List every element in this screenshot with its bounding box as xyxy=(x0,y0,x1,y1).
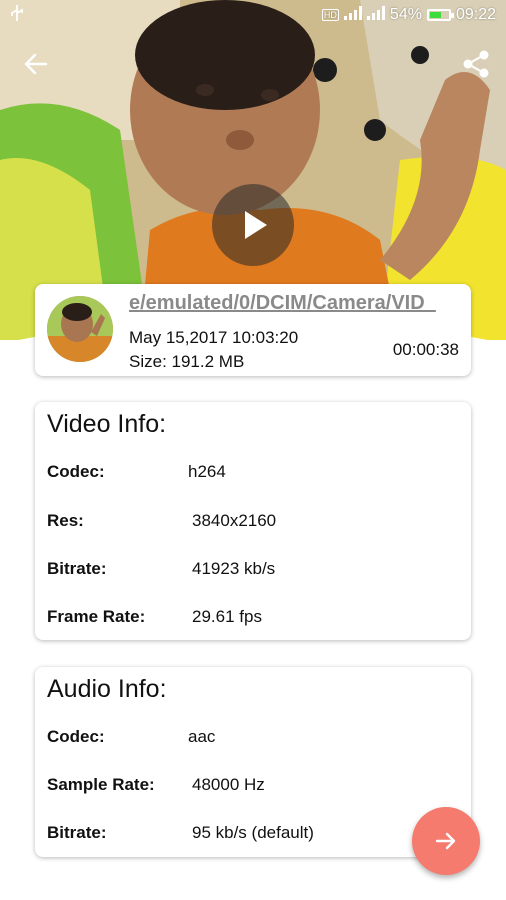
row-value: 41923 kb/s xyxy=(192,559,276,578)
network-badge: HD xyxy=(321,9,339,21)
arrow-right-icon xyxy=(435,832,456,850)
row-value: 29.61 fps xyxy=(192,607,262,626)
row-label: Bitrate: xyxy=(47,559,107,578)
video-info-title: Video Info: xyxy=(47,410,167,438)
status-time: 09:22 xyxy=(455,6,496,23)
battery-percent: 54% xyxy=(389,6,422,23)
play-icon xyxy=(245,211,267,239)
file-path[interactable]: e/emulated/0/DCIM/Camera/VID_ xyxy=(129,292,465,315)
usb-icon xyxy=(10,4,24,27)
video-framerate-row: Frame Rate: 29.61 fps xyxy=(47,607,459,631)
row-value: aac xyxy=(188,727,216,746)
file-duration: 00:00:38 xyxy=(392,340,459,359)
file-date: May 15,2017 10:03:20 xyxy=(129,328,299,347)
row-value: 95 kb/s (default) xyxy=(192,823,314,842)
share-button[interactable] xyxy=(458,46,494,82)
audio-info-card: Audio Info: Codec: aac Sample Rate: 4800… xyxy=(35,667,471,857)
row-label: Res: xyxy=(47,511,84,530)
row-label: Codec: xyxy=(47,462,105,481)
file-info-card: e/emulated/0/DCIM/Camera/VID_ May 15,201… xyxy=(35,284,471,376)
row-value: 48000 Hz xyxy=(192,775,265,794)
video-info-card: Video Info: Codec: h264 Res: 3840x2160 B… xyxy=(35,402,471,640)
next-fab-button[interactable] xyxy=(412,807,480,875)
play-button[interactable] xyxy=(212,184,294,266)
audio-codec-row: Codec: aac xyxy=(47,727,459,751)
row-value: 3840x2160 xyxy=(192,511,277,530)
row-label: Frame Rate: xyxy=(47,607,146,626)
row-label: Codec: xyxy=(47,727,105,746)
row-label: Bitrate: xyxy=(47,823,107,842)
battery-icon xyxy=(426,9,454,21)
back-button[interactable] xyxy=(18,46,54,82)
file-size: Size: 191.2 MB xyxy=(129,352,245,371)
status-bar: HD 54% 09:22 xyxy=(0,0,506,30)
arrow-left-icon xyxy=(24,53,48,75)
share-icon xyxy=(463,50,489,78)
file-thumbnail xyxy=(47,296,113,362)
signal-icon xyxy=(343,5,362,25)
audio-bitrate-row: Bitrate: 95 kb/s (default) xyxy=(47,823,459,847)
signal-icon-2 xyxy=(366,5,385,25)
video-bitrate-row: Bitrate: 41923 kb/s xyxy=(47,559,459,583)
audio-samplerate-row: Sample Rate: 48000 Hz xyxy=(47,775,459,799)
video-res-row: Res: 3840x2160 xyxy=(47,511,459,535)
row-label: Sample Rate: xyxy=(47,775,155,794)
video-codec-row: Codec: h264 xyxy=(47,462,459,486)
row-value: h264 xyxy=(188,462,226,481)
audio-info-title: Audio Info: xyxy=(47,675,167,703)
